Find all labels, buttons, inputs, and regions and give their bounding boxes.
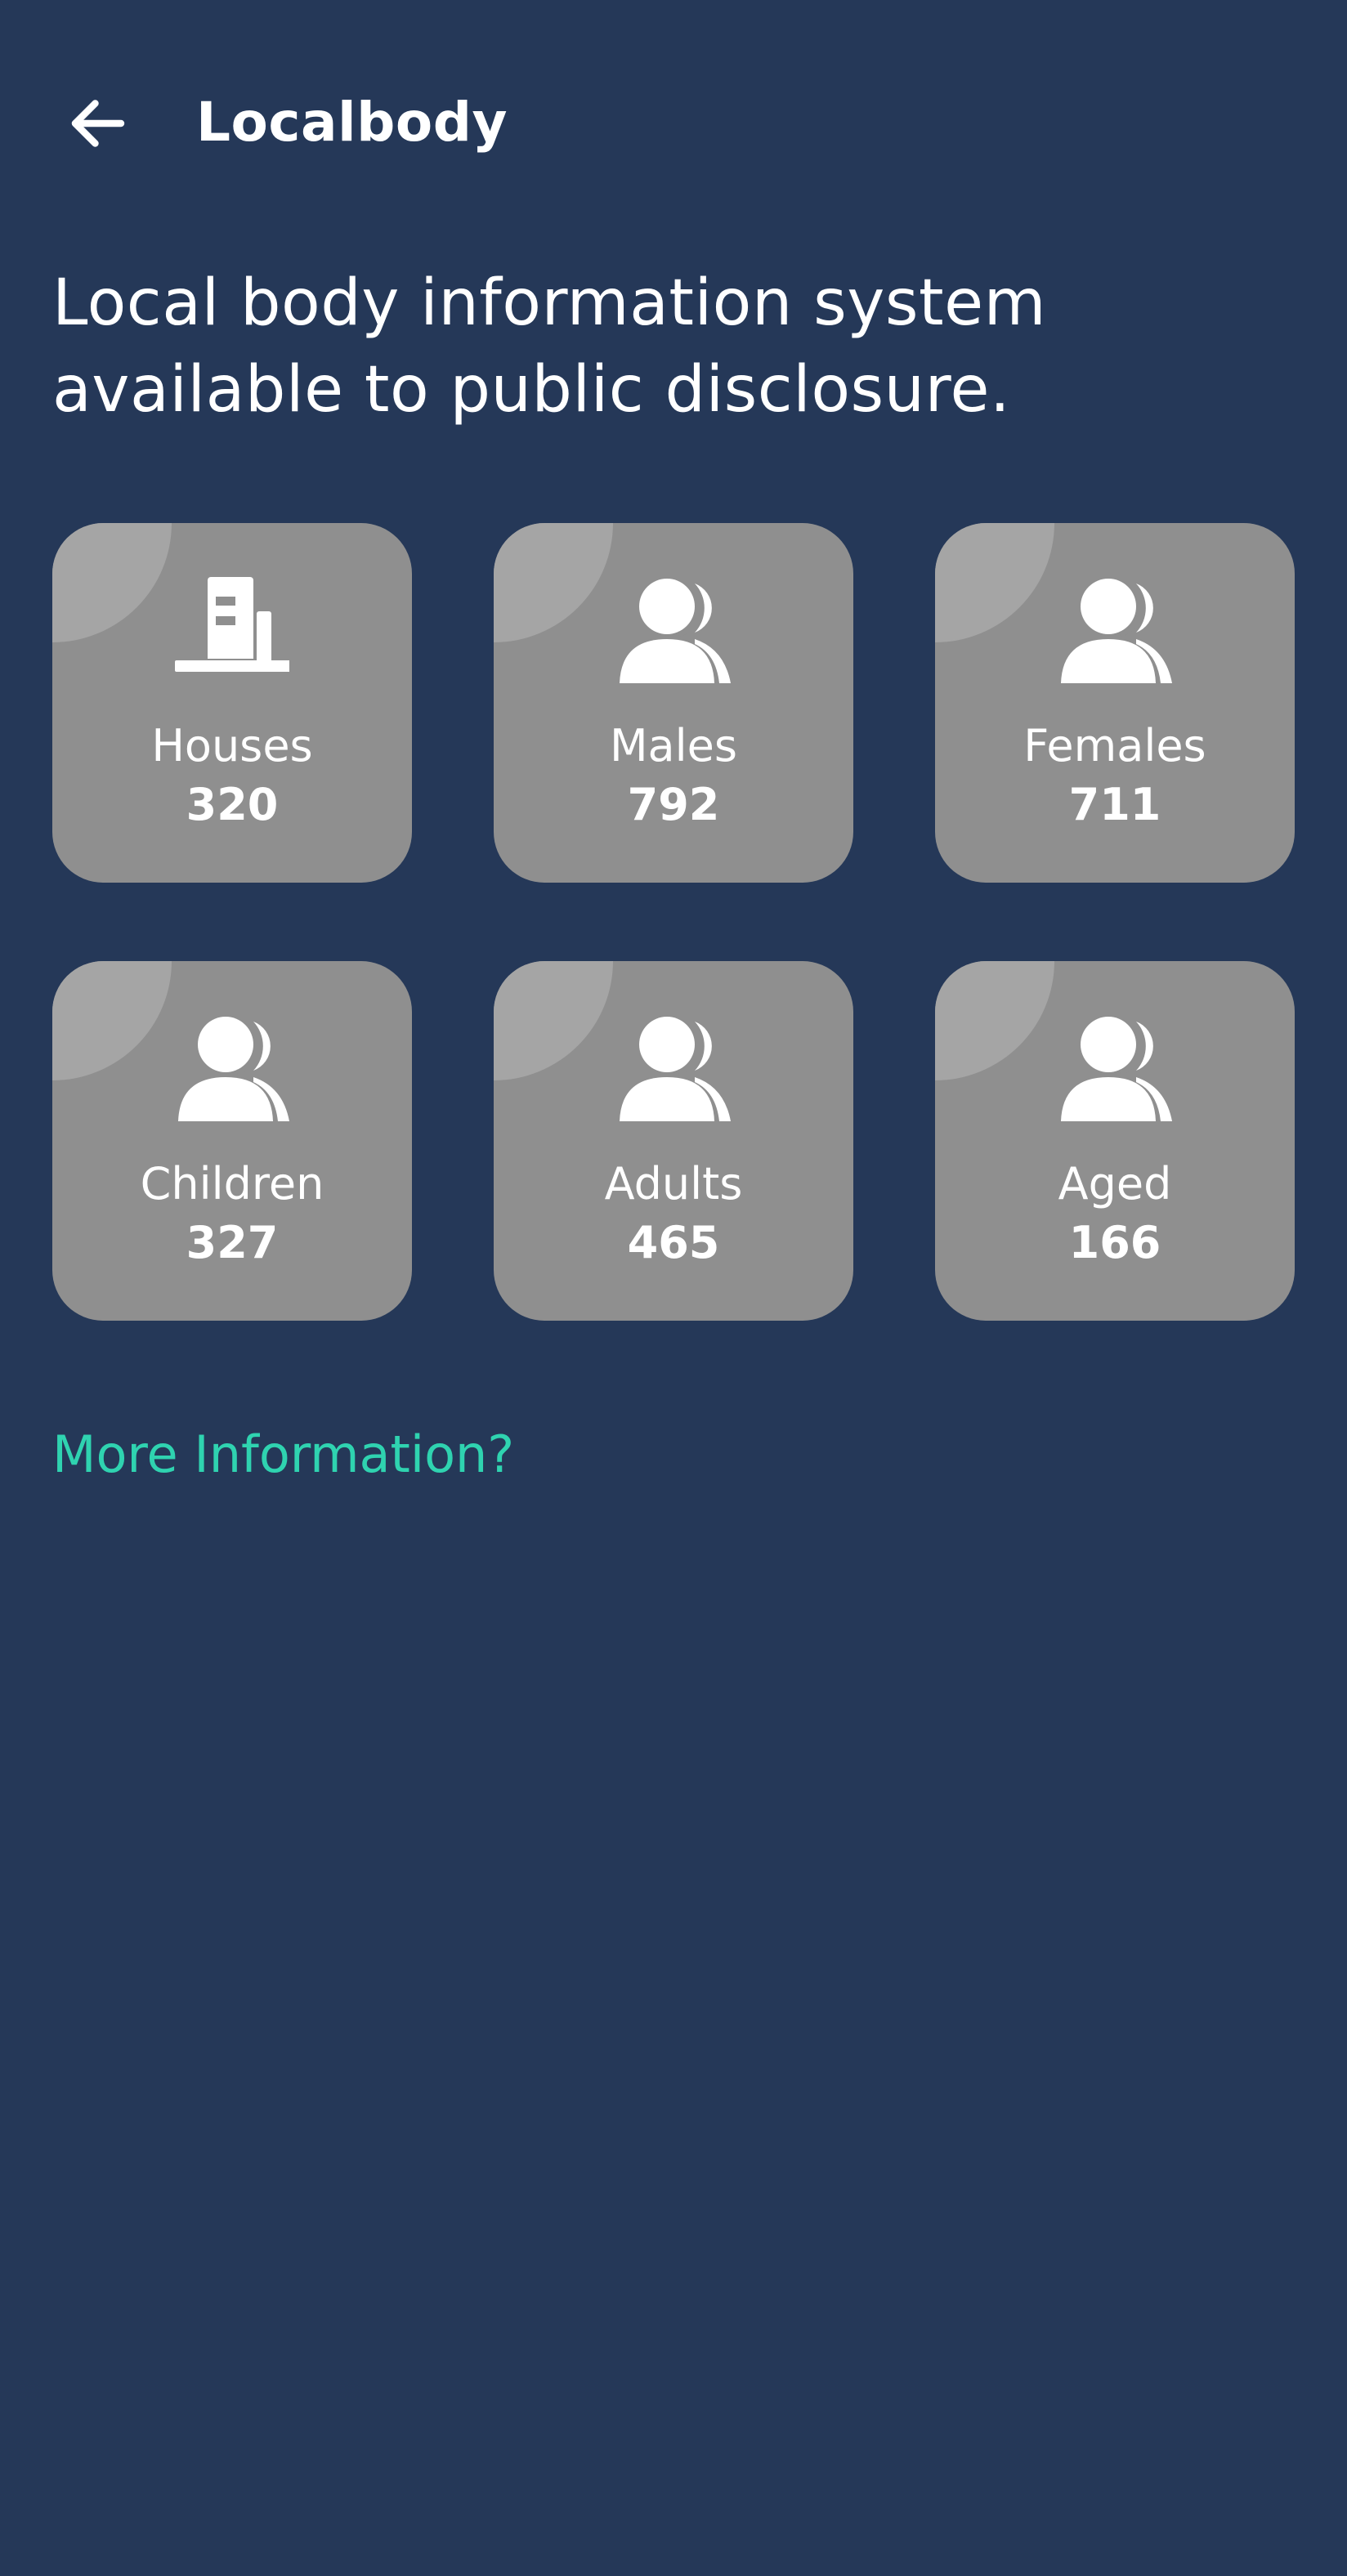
card-corner-decoration	[52, 523, 172, 642]
back-button[interactable]	[49, 78, 147, 168]
stat-value: 166	[1068, 1217, 1161, 1268]
users-icon	[616, 1007, 731, 1121]
users-icon	[175, 1007, 289, 1121]
card-corner-decoration	[494, 523, 613, 642]
page-description: Local body information system available …	[52, 266, 1047, 427]
page-title: Localbody	[196, 91, 508, 154]
stat-label: Children	[140, 1158, 324, 1210]
stat-card-males[interactable]: Males 792	[494, 523, 853, 883]
stat-label: Adults	[604, 1158, 743, 1210]
stat-value: 711	[1068, 779, 1161, 830]
stat-card-children[interactable]: Children 327	[52, 961, 412, 1321]
stat-card-aged[interactable]: Aged 166	[935, 961, 1295, 1321]
arrow-left-icon	[71, 100, 125, 147]
stat-value: 465	[627, 1217, 720, 1268]
stat-label: Houses	[151, 720, 313, 771]
stat-value: 320	[186, 779, 279, 830]
stat-label: Aged	[1058, 1158, 1172, 1210]
building-icon	[175, 569, 289, 683]
more-information-link[interactable]: More Information?	[52, 1420, 514, 1489]
app-bar: Localbody	[0, 0, 1347, 245]
stat-card-adults[interactable]: Adults 465	[494, 961, 853, 1321]
stat-value: 792	[627, 779, 720, 830]
users-icon	[1058, 1007, 1172, 1121]
stat-card-houses[interactable]: Houses 320	[52, 523, 412, 883]
stat-label: Females	[1023, 720, 1206, 771]
stat-label: Males	[609, 720, 738, 771]
card-corner-decoration	[935, 961, 1054, 1080]
stat-card-females[interactable]: Females 711	[935, 523, 1295, 883]
users-icon	[1058, 569, 1172, 683]
stats-grid: Houses 320 Males 792 Females 711 Childre…	[52, 523, 1295, 1321]
card-corner-decoration	[494, 961, 613, 1080]
stat-value: 327	[186, 1217, 279, 1268]
card-corner-decoration	[52, 961, 172, 1080]
card-corner-decoration	[935, 523, 1054, 642]
users-icon	[616, 569, 731, 683]
